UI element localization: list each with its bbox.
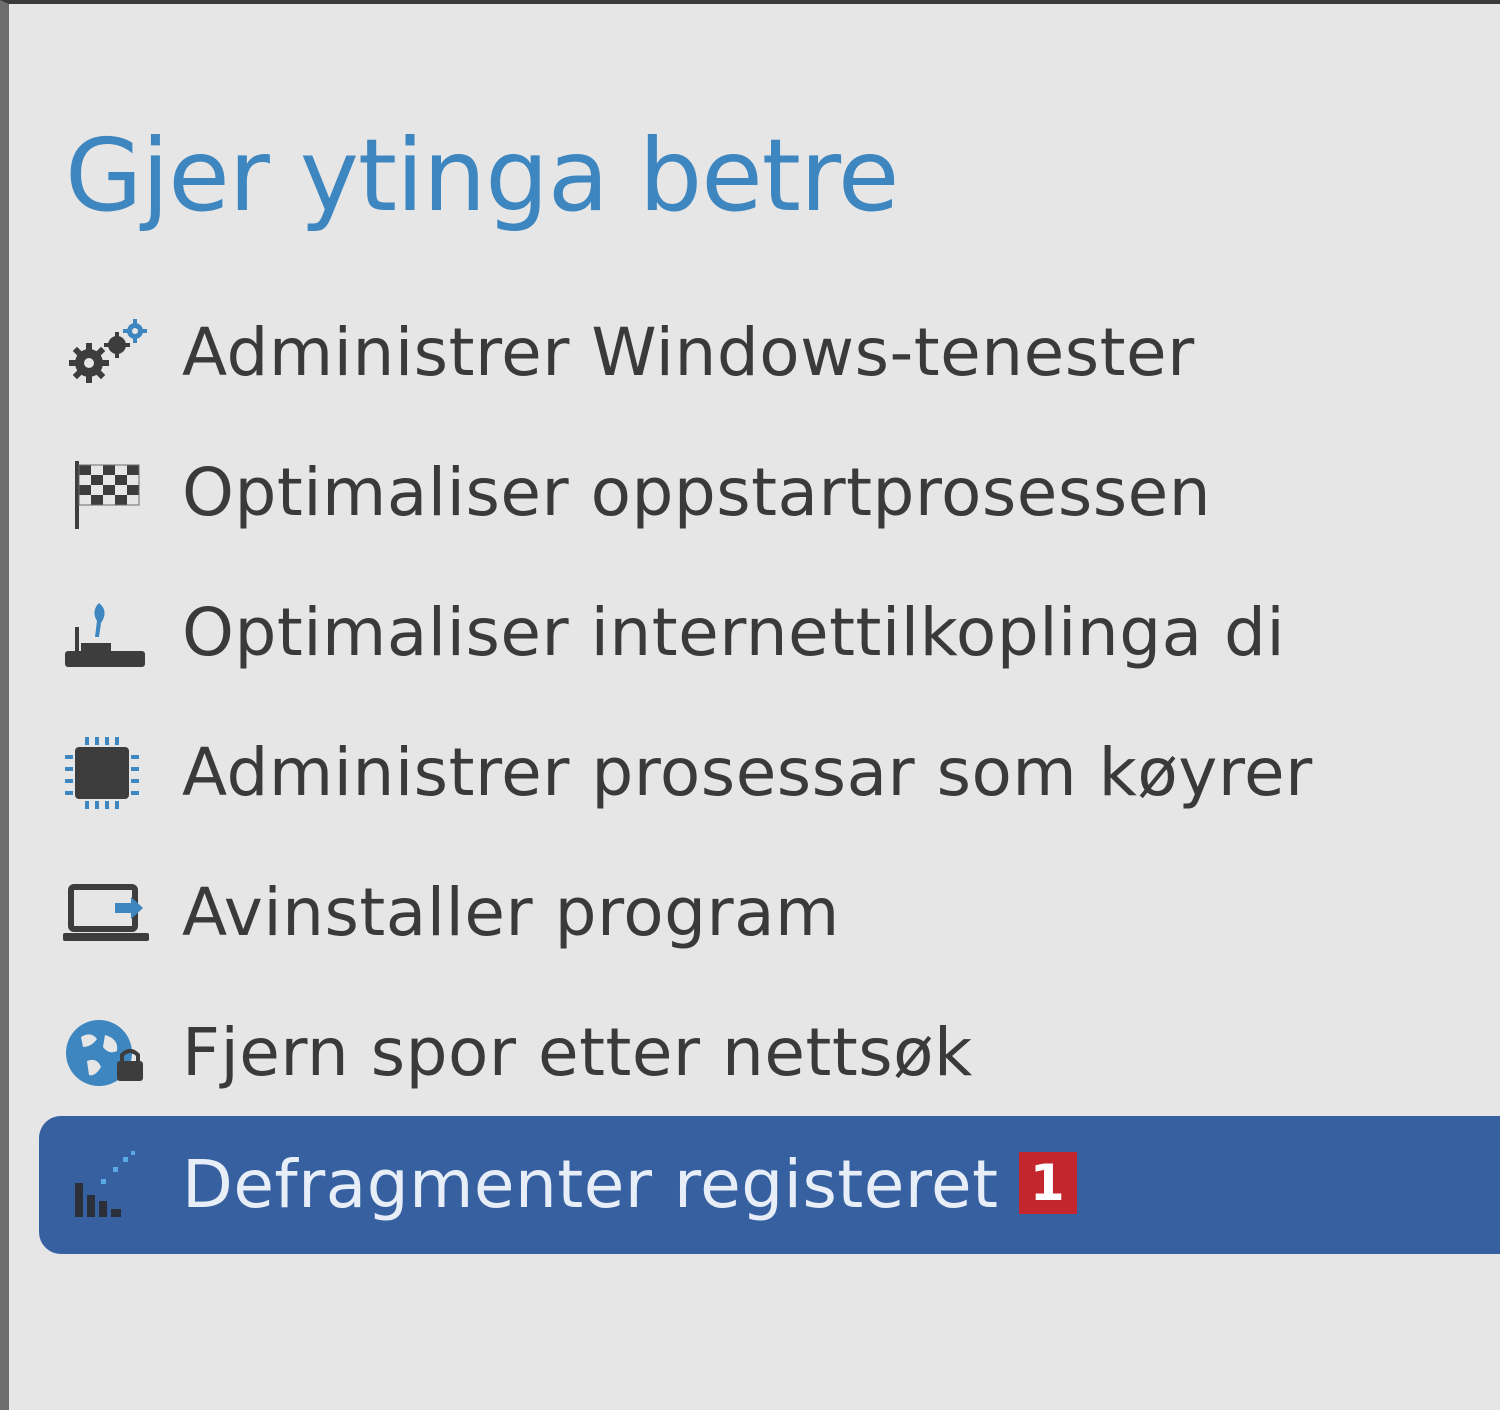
menu-item-registry-defrag[interactable]: Defragmenter registeret 1	[39, 1116, 1500, 1254]
menu-item-label: Optimaliser internettilkoplinga di	[182, 594, 1286, 671]
cpu-chip-icon	[61, 737, 153, 809]
menu-item-label-text: Defragmenter registeret	[182, 1146, 999, 1223]
menu-item-uninstall[interactable]: Avinstaller program	[39, 844, 1500, 982]
registry-defrag-icon	[61, 1149, 153, 1221]
performance-panel: Gjer ytinga betre Administrer Windows-te…	[0, 0, 1500, 1410]
section-title: Gjer ytinga betre	[65, 117, 899, 234]
menu-item-label: Administrer Windows-tenester	[182, 314, 1195, 391]
menu-item-label: Fjern spor etter nettsøk	[182, 1014, 973, 1091]
notification-badge: 1	[1018, 1151, 1077, 1214]
menu-item-label: Avinstaller program	[182, 874, 840, 951]
laptop-uninstall-icon	[61, 877, 153, 949]
router-icon	[61, 597, 153, 669]
globe-lock-icon	[61, 1017, 153, 1089]
menu-item-windows-services[interactable]: Administrer Windows-tenester	[39, 284, 1500, 422]
gears-icon	[61, 317, 153, 389]
menu-item-startup[interactable]: Optimaliser oppstartprosessen	[39, 424, 1500, 562]
menu-item-label: Defragmenter registeret 1	[182, 1145, 1077, 1225]
checkered-flag-icon	[61, 457, 153, 529]
menu-item-browsing-traces[interactable]: Fjern spor etter nettsøk	[39, 984, 1500, 1122]
menu-item-label: Administrer prosessar som køyrer	[182, 734, 1313, 811]
menu-item-label: Optimaliser oppstartprosessen	[182, 454, 1212, 531]
menu-item-internet[interactable]: Optimaliser internettilkoplinga di	[39, 564, 1500, 702]
menu-item-processes[interactable]: Administrer prosessar som køyrer	[39, 704, 1500, 842]
